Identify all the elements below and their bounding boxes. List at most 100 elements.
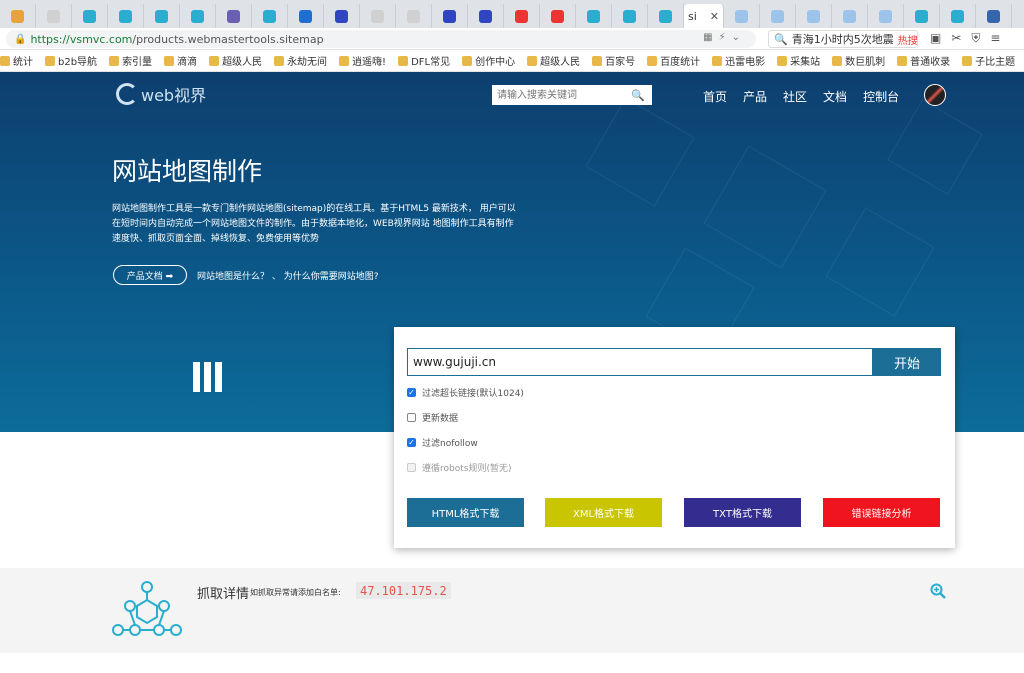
bookmark-icon <box>209 55 220 66</box>
browser-tab[interactable] <box>360 4 396 28</box>
bookmark-item[interactable]: 普通收录 <box>897 53 950 68</box>
browser-tab[interactable] <box>612 4 648 28</box>
browser-tab[interactable] <box>504 4 540 28</box>
browser-tab[interactable] <box>796 4 832 28</box>
bookmark-item[interactable]: 逍遥嗨! <box>339 53 386 68</box>
tab-favicon-icon <box>299 9 312 23</box>
bookmark-item[interactable]: 创作中心 <box>462 53 515 68</box>
tab-favicon-icon <box>515 9 528 23</box>
bookmark-item[interactable]: 超级人民 <box>527 53 580 68</box>
bookmark-label: 创作中心 <box>475 57 516 68</box>
browser-tab[interactable] <box>324 4 360 28</box>
bookmark-item[interactable]: 统计 <box>0 53 33 68</box>
bookmark-item[interactable]: 数巨肌刺 <box>832 53 885 68</box>
bookmark-item[interactable]: 永劫无间 <box>274 53 327 68</box>
tab-favicon-icon <box>11 9 24 23</box>
browser-tab[interactable] <box>72 4 108 28</box>
txt-download-button[interactable]: TXT格式下载 <box>684 498 801 527</box>
shield-icon[interactable]: ⛨ <box>971 31 990 45</box>
browser-tab[interactable] <box>252 4 288 28</box>
browser-tab[interactable] <box>976 4 1012 28</box>
nav-community[interactable]: 社区 <box>783 88 807 105</box>
url-protocol: https:// <box>30 32 70 46</box>
nav-home[interactable]: 首页 <box>703 88 727 105</box>
active-browser-tab[interactable]: si ✕ <box>684 4 724 28</box>
url-field[interactable]: 🔒 https://vsmvc.com/products.webmasterto… <box>6 30 756 48</box>
browser-tab[interactable] <box>576 4 612 28</box>
browser-tab[interactable] <box>108 4 144 28</box>
html-download-button[interactable]: HTML格式下载 <box>407 498 524 527</box>
close-tab-icon[interactable]: ✕ <box>710 10 719 23</box>
option-filter-long-links[interactable]: ✓ 过滤超长链接(默认1024) <box>407 386 524 399</box>
search-icon[interactable]: 🔍 <box>628 89 648 102</box>
browser-tab[interactable] <box>144 4 180 28</box>
zoom-in-icon[interactable] <box>930 583 946 599</box>
browser-tab[interactable] <box>832 4 868 28</box>
bookmark-item[interactable]: 滴滴 <box>164 53 197 68</box>
tab-favicon-icon <box>407 9 420 23</box>
hexagon-decoration <box>585 97 695 207</box>
bookmark-item[interactable]: 索引量 <box>109 53 152 68</box>
browser-tab[interactable] <box>216 4 252 28</box>
option-filter-nofollow[interactable]: ✓ 过滤nofollow <box>407 436 478 449</box>
bookmark-icon <box>897 55 908 66</box>
lock-icon: 🔒 <box>14 33 27 45</box>
bookmark-item[interactable]: 百度统计 <box>647 53 700 68</box>
error-link-analysis-button[interactable]: 错误链接分析 <box>823 498 940 527</box>
xml-download-button[interactable]: XML格式下载 <box>545 498 662 527</box>
browser-tab[interactable] <box>540 4 576 28</box>
bookmark-item[interactable]: 超级人民 <box>209 53 262 68</box>
browser-tab[interactable] <box>468 4 504 28</box>
browser-toolbar-icons[interactable]: ▣✂⛨≡ <box>930 31 1010 46</box>
hero-links[interactable]: 网站地图是什么？ 、 为什么你需要网站地图? <box>197 269 379 282</box>
browser-tab[interactable] <box>0 4 36 28</box>
bookmark-label: 永劫无间 <box>287 57 328 68</box>
tab-favicon-icon <box>551 9 564 23</box>
start-button[interactable]: 开始 <box>873 348 941 376</box>
logo-icon <box>116 83 138 105</box>
scissors-icon[interactable]: ✂ <box>951 31 971 45</box>
browser-tab[interactable] <box>396 4 432 28</box>
bookmark-item[interactable]: b2b导航 <box>45 53 97 68</box>
browser-tab[interactable] <box>648 4 684 28</box>
extension-icon[interactable]: ▣ <box>930 31 951 45</box>
bookmark-item[interactable]: 百家号 <box>592 53 635 68</box>
browser-tab[interactable] <box>940 4 976 28</box>
menu-icon[interactable]: ≡ <box>990 31 1010 45</box>
browser-tab[interactable] <box>904 4 940 28</box>
checkbox-unchecked-icon[interactable] <box>407 413 416 422</box>
bookmark-icon <box>527 55 538 66</box>
address-bar-icons[interactable]: ▦⚡⌄ <box>703 32 746 43</box>
site-logo[interactable]: web视界 <box>116 82 206 106</box>
crawl-detail-title: 抓取详情 <box>197 587 250 602</box>
browser-search-box[interactable]: 🔍 青海1小时内5次地震 热搜 <box>768 30 918 48</box>
bookmark-item[interactable]: 采集站 <box>777 53 820 68</box>
bookmark-icon <box>164 55 175 66</box>
bookmark-item[interactable]: DFL常见 <box>398 53 450 68</box>
browser-tab[interactable] <box>36 4 72 28</box>
bookmark-icon <box>0 55 10 66</box>
bookmark-item[interactable]: 迅雷电影 <box>712 53 765 68</box>
site-url-input[interactable] <box>407 348 873 376</box>
checkbox-checked-icon[interactable]: ✓ <box>407 438 416 447</box>
browser-tab[interactable] <box>432 4 468 28</box>
option-update-data[interactable]: 更新数据 <box>407 411 458 424</box>
nav-products[interactable]: 产品 <box>743 88 767 105</box>
browser-tab[interactable] <box>288 4 324 28</box>
nav-console[interactable]: 控制台 <box>863 88 899 105</box>
browser-tab[interactable] <box>760 4 796 28</box>
checkbox-checked-icon[interactable]: ✓ <box>407 388 416 397</box>
browser-tab[interactable] <box>868 4 904 28</box>
bookmark-icon <box>109 55 120 66</box>
site-search-input[interactable] <box>492 86 628 104</box>
browser-tab[interactable] <box>180 4 216 28</box>
browser-tab[interactable] <box>724 4 760 28</box>
bookmark-icon <box>962 55 973 66</box>
url-domain: vsmvc.com <box>69 32 133 46</box>
bookmark-item[interactable]: 子比主题 <box>962 53 1015 68</box>
product-docs-button[interactable]: 产品文档 ➡ <box>113 265 187 285</box>
tab-favicon-icon <box>951 9 964 23</box>
user-avatar[interactable] <box>924 84 946 106</box>
hero-description: 网站地图制作工具是一款专门制作网站地图(sitemap)的在线工具。基于HTML… <box>112 204 516 244</box>
nav-docs[interactable]: 文档 <box>823 88 847 105</box>
